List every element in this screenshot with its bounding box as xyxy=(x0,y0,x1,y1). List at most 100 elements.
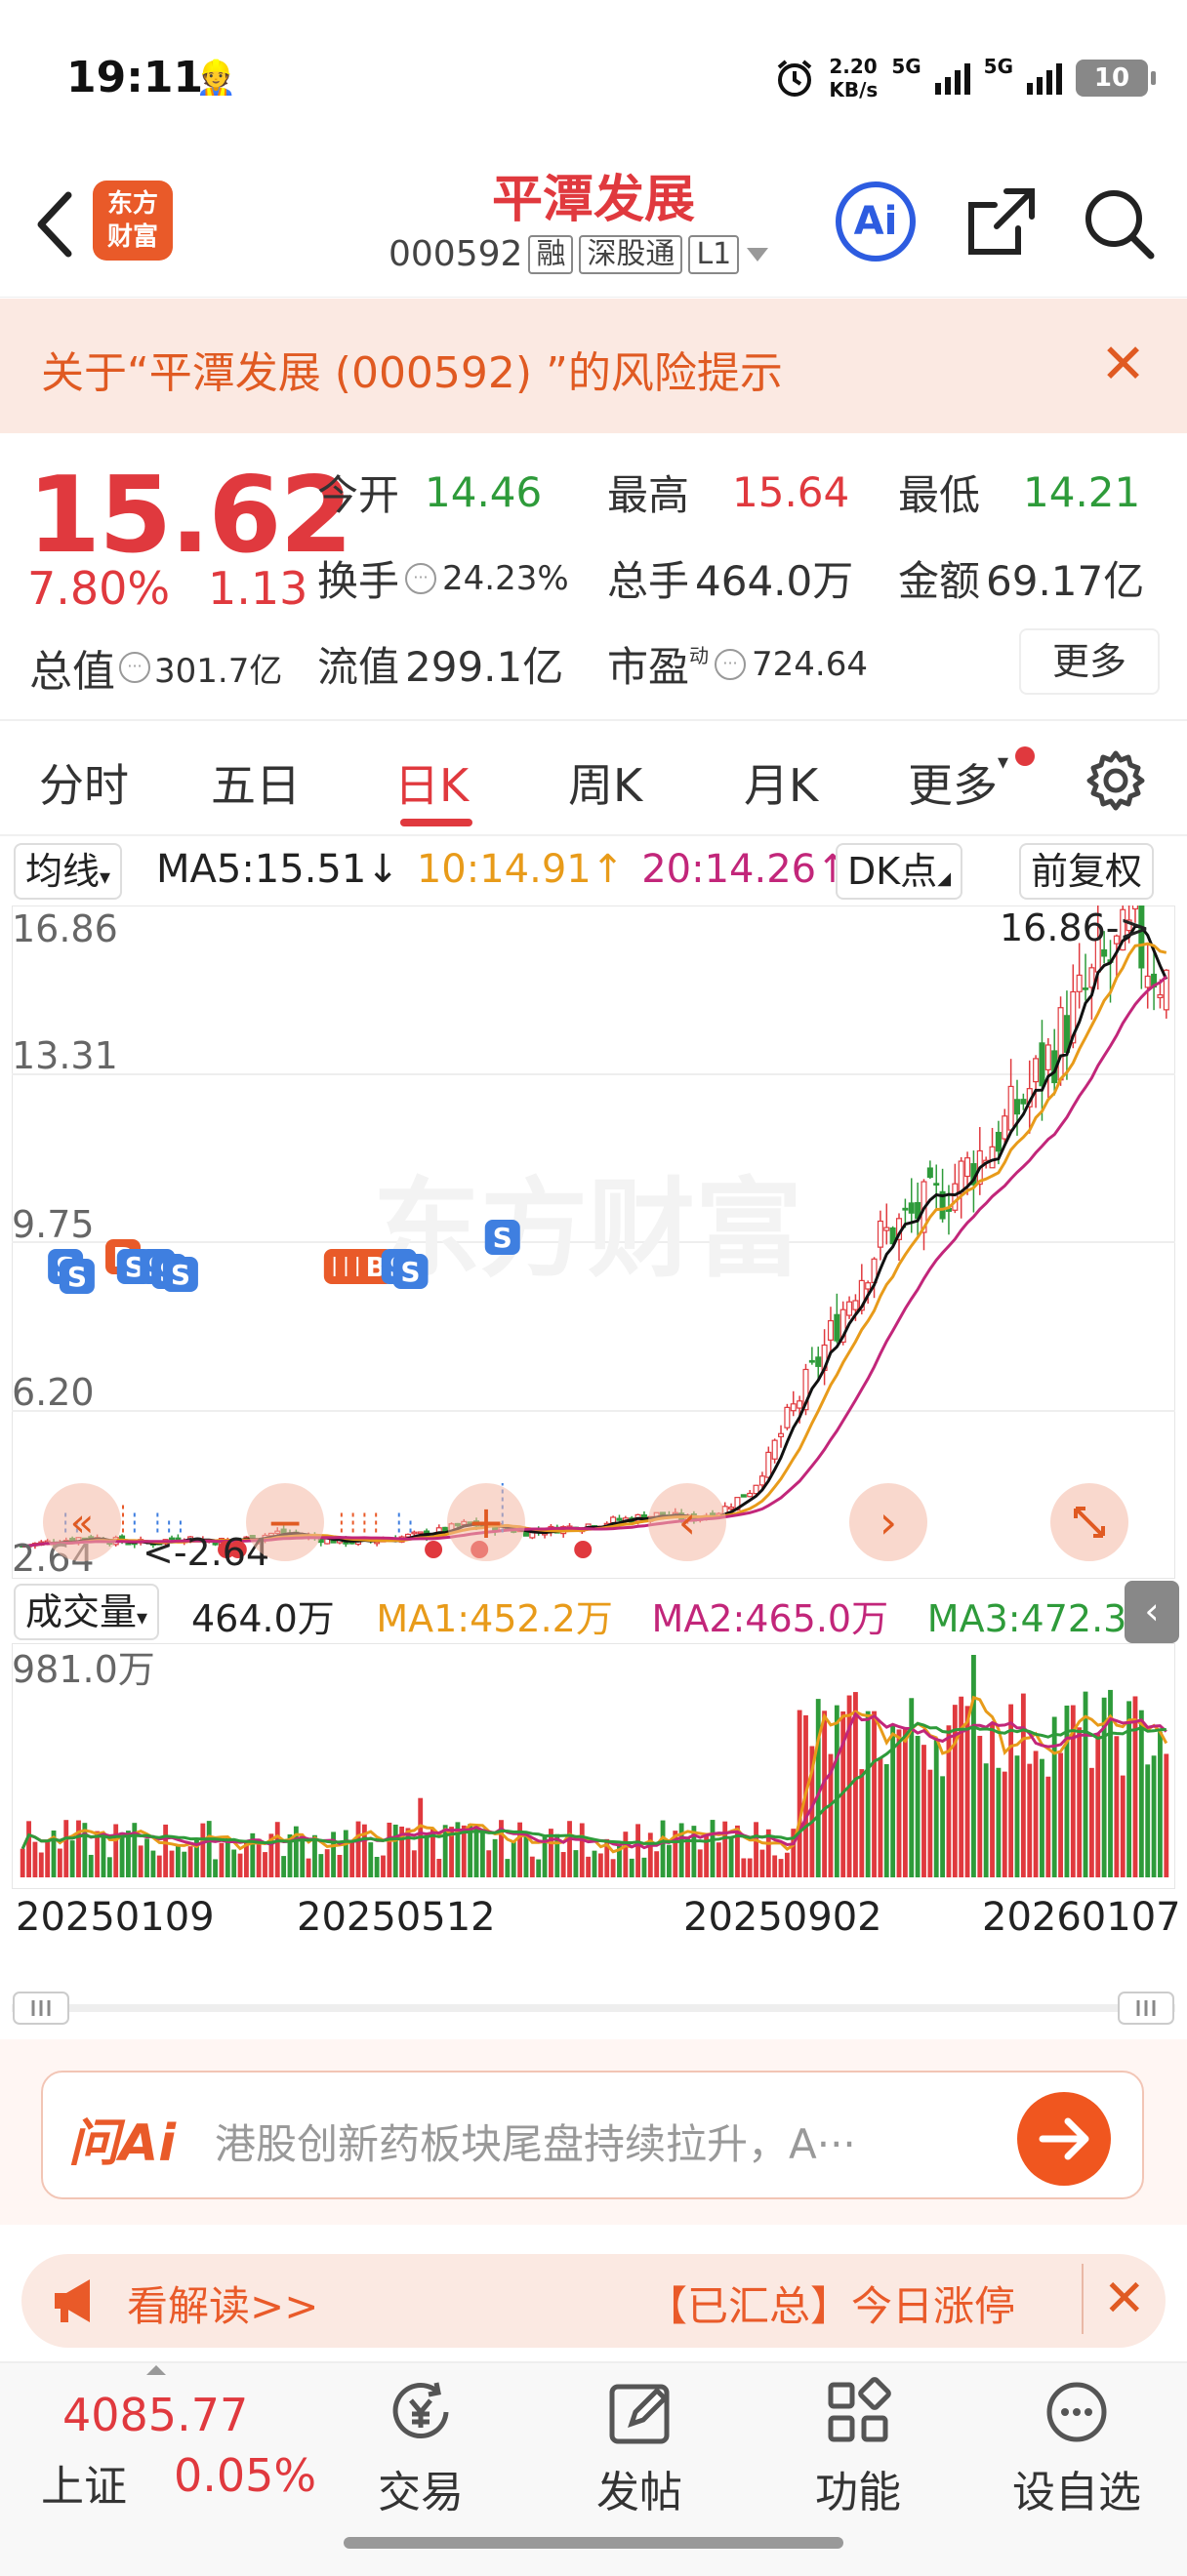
date-label: 20250109 xyxy=(16,1895,215,1940)
network-type-1: 5G xyxy=(891,55,921,78)
ma-select[interactable]: 均线▾ xyxy=(14,843,123,900)
nav-post[interactable]: 发帖 xyxy=(566,2373,713,2519)
nav-watchlist[interactable]: 设自选 xyxy=(1003,2373,1150,2519)
volume-bar xyxy=(38,1852,44,1877)
collapse-panel-button[interactable]: ‹ xyxy=(1125,1581,1179,1643)
zoom-in-button[interactable]: + xyxy=(447,1483,525,1561)
index-change[interactable]: 0.05% xyxy=(174,2449,316,2502)
chevron-down-icon: ▾ xyxy=(100,865,111,890)
tab-weekly-k[interactable]: 周K xyxy=(568,750,642,815)
volume-bar xyxy=(859,1769,865,1877)
more-button[interactable]: 更多 xyxy=(1019,628,1160,695)
ask-ai-prompt[interactable]: 港股创新药板块尾盘持续拉升，A··· xyxy=(215,2112,856,2171)
search-icon[interactable] xyxy=(1079,183,1157,262)
signal-dot xyxy=(425,1541,443,1558)
margin-tag: 融 xyxy=(528,234,574,274)
adjust-button[interactable]: 前复权 xyxy=(1019,843,1155,900)
nav-functions[interactable]: 功能 xyxy=(785,2373,931,2519)
volume-bar xyxy=(1095,1734,1101,1877)
risk-warning-banner[interactable]: 关于“平潭发展 (000592) ”的风险提示 ✕ xyxy=(0,299,1187,433)
volume-bar xyxy=(26,1821,31,1877)
candle-body xyxy=(411,1531,418,1535)
nav-trade[interactable]: 交易 xyxy=(348,2373,494,2519)
risk-close-button[interactable]: ✕ xyxy=(1100,338,1146,392)
risk-warning-text[interactable]: 关于“平潭发展 (000592) ”的风险提示 xyxy=(41,338,783,400)
volume-bar xyxy=(915,1735,921,1877)
scroll-handle-right[interactable] xyxy=(1118,1992,1174,2025)
volume-bar xyxy=(722,1821,728,1877)
pe-cell[interactable]: 市盈 动 ··· 724.64 xyxy=(607,634,868,694)
pe-label: 市盈 xyxy=(607,643,690,691)
volume-bar xyxy=(996,1767,1002,1877)
kline-chart[interactable]: 东方财富 SSBSSSSBBBBSSS 16.86 13.31 9.75 6.2… xyxy=(11,873,1176,1580)
news-headline[interactable]: 【已汇总】今日涨停 xyxy=(646,2274,1015,2333)
status-emoji: 👷 xyxy=(195,59,237,98)
volume-bar xyxy=(902,1728,908,1877)
open-label: 今开 xyxy=(317,471,400,519)
fullscreen-button[interactable] xyxy=(1050,1483,1128,1561)
candle-body xyxy=(1057,1007,1064,1081)
chart-range-scrollbar[interactable] xyxy=(12,1991,1175,2026)
current-price: 15.62 xyxy=(27,455,353,577)
turnover-cell[interactable]: 换手 ··· 24.23% xyxy=(317,548,569,608)
speed-unit: KB/s xyxy=(829,78,879,101)
tab-five-day[interactable]: 五日 xyxy=(211,750,301,815)
candle-body xyxy=(933,1183,940,1187)
zoom-out-button[interactable]: − xyxy=(246,1483,324,1561)
y-tick-3: 9.75 xyxy=(12,1203,95,1246)
volume-bar xyxy=(1051,1716,1057,1877)
tab-monthly-k[interactable]: 月K xyxy=(744,750,818,815)
volume-bar xyxy=(1058,1752,1063,1877)
index-name[interactable]: 上证 xyxy=(41,2451,127,2514)
volume-bar xyxy=(933,1740,939,1877)
candle-body xyxy=(964,1157,971,1178)
volume-bar xyxy=(909,1698,915,1877)
ask-ai-submit-button[interactable] xyxy=(1017,2092,1111,2186)
volume-select[interactable]: 成交量▾ xyxy=(14,1584,160,1640)
kline-chart-svg[interactable]: 东方财富 SSBSSSSBBBBSSS 16.86 13.31 9.75 6.2… xyxy=(11,873,1176,1580)
turnover-value: 24.23% xyxy=(442,558,569,598)
news-close-button[interactable]: ✕ xyxy=(1082,2264,1146,2334)
scroll-handle-left[interactable] xyxy=(13,1992,69,2025)
volume-chart[interactable]: 981.0万 xyxy=(11,1642,1176,1890)
volume-bar xyxy=(1126,1701,1132,1877)
candle-body xyxy=(926,1167,933,1179)
news-banner[interactable]: 看解读>> 【已汇总】今日涨停 ✕ xyxy=(21,2254,1166,2348)
total-cap-cell[interactable]: 总值 ··· 301.7亿 xyxy=(29,636,282,699)
scroll-left-button[interactable]: « xyxy=(43,1483,121,1561)
index-value[interactable]: 4085.77 xyxy=(62,2389,248,2441)
plus-icon: + xyxy=(468,1496,506,1549)
dk-point-button[interactable]: DK点◢ xyxy=(836,843,963,900)
volume-bar xyxy=(784,1852,790,1877)
tab-intraday[interactable]: 分时 xyxy=(39,750,129,815)
tab-daily-k[interactable]: 日K xyxy=(394,750,469,815)
volume-bar xyxy=(237,1853,243,1877)
volume-bar xyxy=(579,1823,585,1877)
volume-bar xyxy=(20,1848,25,1877)
step-left-button[interactable]: ‹ xyxy=(648,1483,726,1561)
change-amount: 1.13 xyxy=(208,562,308,615)
volume-bar xyxy=(163,1824,169,1877)
gear-icon[interactable] xyxy=(1084,748,1148,813)
candle-body xyxy=(1039,1042,1045,1087)
news-interpret-link[interactable]: 看解读>> xyxy=(127,2274,318,2333)
volume-bar xyxy=(324,1849,330,1877)
volume-bar xyxy=(1138,1710,1144,1877)
step-right-button[interactable]: › xyxy=(849,1483,927,1561)
info-dots-icon[interactable]: ··· xyxy=(715,648,747,680)
volume-bar xyxy=(1120,1775,1126,1877)
ask-ai-input[interactable]: 问Ai 港股创新药板块尾盘持续拉升，A··· xyxy=(41,2071,1144,2199)
volume-bar xyxy=(921,1745,926,1877)
stock-subtitle[interactable]: 000592 融 深股通 L1 xyxy=(389,234,770,274)
amount-value: 69.17亿 xyxy=(986,557,1145,605)
info-dots-icon[interactable]: ··· xyxy=(119,652,150,683)
share-icon[interactable] xyxy=(962,183,1040,262)
info-dots-icon[interactable]: ··· xyxy=(405,562,437,594)
volume-bar xyxy=(263,1852,267,1877)
ai-button[interactable]: Ai xyxy=(836,181,916,262)
candle-body xyxy=(765,1451,772,1478)
pe-sup: 动 xyxy=(689,644,710,667)
tab-more[interactable]: 更多▾ xyxy=(908,750,1008,815)
volume-indicator-row: 成交量▾ 464.0万↑ MA1:452.2万↓ MA2:465.0万↓ MA3… xyxy=(0,1581,1187,1685)
volume-bar xyxy=(592,1850,597,1877)
